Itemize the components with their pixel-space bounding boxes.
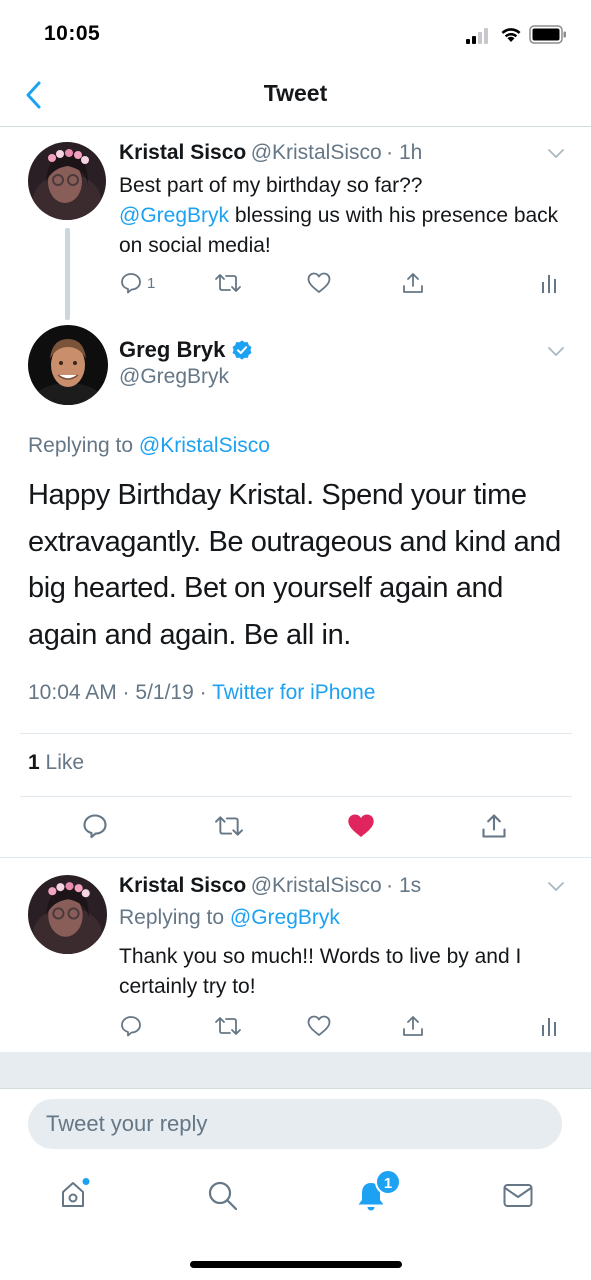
status-time: 10:05 [44,22,101,45]
heart-icon [307,272,331,293]
reply-icon [83,814,107,839]
analytics-icon [542,275,556,293]
thread-line [65,228,70,320]
retweet-button[interactable] [214,1014,242,1038]
retweet-icon [215,816,243,836]
replying-prefix: Replying to [119,906,230,929]
chevron-down-icon [548,882,564,891]
messages-icon [503,1184,533,1207]
reply-count: 1 [147,274,156,292]
notification-badge: 1 [375,1169,401,1195]
reply-tweet-header: Kristal Sisco @KristalSisco · 1s [119,874,421,898]
avatar-greg[interactable] [28,325,108,405]
mention-link[interactable]: @GregBryk [119,204,229,227]
mention-link[interactable]: @KristalSisco [139,434,270,457]
reply-icon [121,273,141,294]
share-icon [482,814,506,838]
author-handle[interactable]: @GregBryk [119,365,229,389]
likes-count-row[interactable]: 1 Like [28,751,84,775]
home-icon [62,1178,90,1207]
divider [20,733,572,734]
author-name[interactable]: Greg Bryk [119,337,225,363]
like-button[interactable] [306,271,332,295]
tab-messages[interactable] [502,1182,534,1210]
like-button[interactable] [346,812,376,840]
reply-placeholder[interactable]: Tweet your reply [46,1111,207,1137]
divider [20,796,572,797]
chevron-down-icon [548,347,564,356]
timestamp-text: 10:04 AM · 5/1/19 · [28,681,213,704]
tweet-text-part: Best part of my birthday so far?? [119,174,423,197]
divider [0,857,591,858]
main-tweet-text: Happy Birthday Kristal. Spend your time … [28,479,561,651]
author-handle[interactable]: @KristalSisco [251,141,382,164]
cellular-signal-icon [466,28,492,44]
chevron-down-icon [548,149,564,158]
home-indicator [190,1261,402,1268]
share-button[interactable] [401,271,425,295]
reply-button[interactable] [81,812,109,840]
analytics-button[interactable] [540,1015,558,1037]
page-title: Tweet [263,80,328,106]
share-button[interactable] [480,812,508,840]
share-icon [403,273,423,293]
like-button[interactable] [306,1014,332,1038]
retweet-icon [215,1017,241,1035]
feed-end-separator [0,1052,591,1088]
tab-search[interactable] [207,1180,239,1212]
reply-tweet-text: Thank you so much!! Words to live by and… [119,945,522,998]
nav-divider [0,126,591,127]
analytics-button[interactable] [540,272,558,294]
tweet-timestamp: 10:04 AM · 5/1/19 · Twitter for iPhone [28,681,375,705]
likes-label: Like [39,751,85,774]
tweet-options-button[interactable] [546,344,566,358]
tab-home[interactable] [58,1178,92,1212]
tweet-time: · 1s [386,874,422,897]
analytics-icon [542,1018,556,1036]
divider [0,1088,591,1089]
tweet-options-button[interactable] [546,879,566,893]
author-name[interactable]: Kristal Sisco [119,141,246,164]
replying-to: Replying to @GregBryk [119,906,340,930]
tweet-time: · 1h [386,141,423,164]
battery-icon [529,25,567,44]
parent-tweet-header: Kristal Sisco @KristalSisco · 1h [119,141,422,165]
tweet-options-button[interactable] [546,146,566,160]
reply-button[interactable]: 1 [119,271,155,295]
parent-tweet-text: Best part of my birthday so far?? @GregB… [119,171,569,261]
reply-icon [121,1016,141,1037]
source-link[interactable]: Twitter for iPhone [212,681,375,704]
verified-badge-icon [232,340,252,360]
likes-count: 1 [28,751,40,774]
replying-prefix: Replying to [28,434,139,457]
reply-button[interactable] [119,1014,143,1038]
heart-icon [307,1015,331,1036]
retweet-icon [215,274,241,292]
replying-to: Replying to @KristalSisco [28,434,270,458]
author-name[interactable]: Kristal Sisco [119,874,246,897]
avatar-kristal[interactable] [28,142,106,220]
wifi-icon [500,26,522,43]
share-button[interactable] [401,1014,425,1038]
retweet-button[interactable] [214,271,242,295]
main-tweet-author[interactable]: Greg Bryk [119,337,253,363]
search-icon [208,1181,238,1211]
share-icon [403,1016,423,1036]
avatar-kristal[interactable] [28,875,107,954]
retweet-button[interactable] [213,813,245,839]
heart-filled-icon [348,814,374,837]
mention-link[interactable]: @GregBryk [230,906,340,929]
author-handle[interactable]: @KristalSisco [251,874,382,897]
